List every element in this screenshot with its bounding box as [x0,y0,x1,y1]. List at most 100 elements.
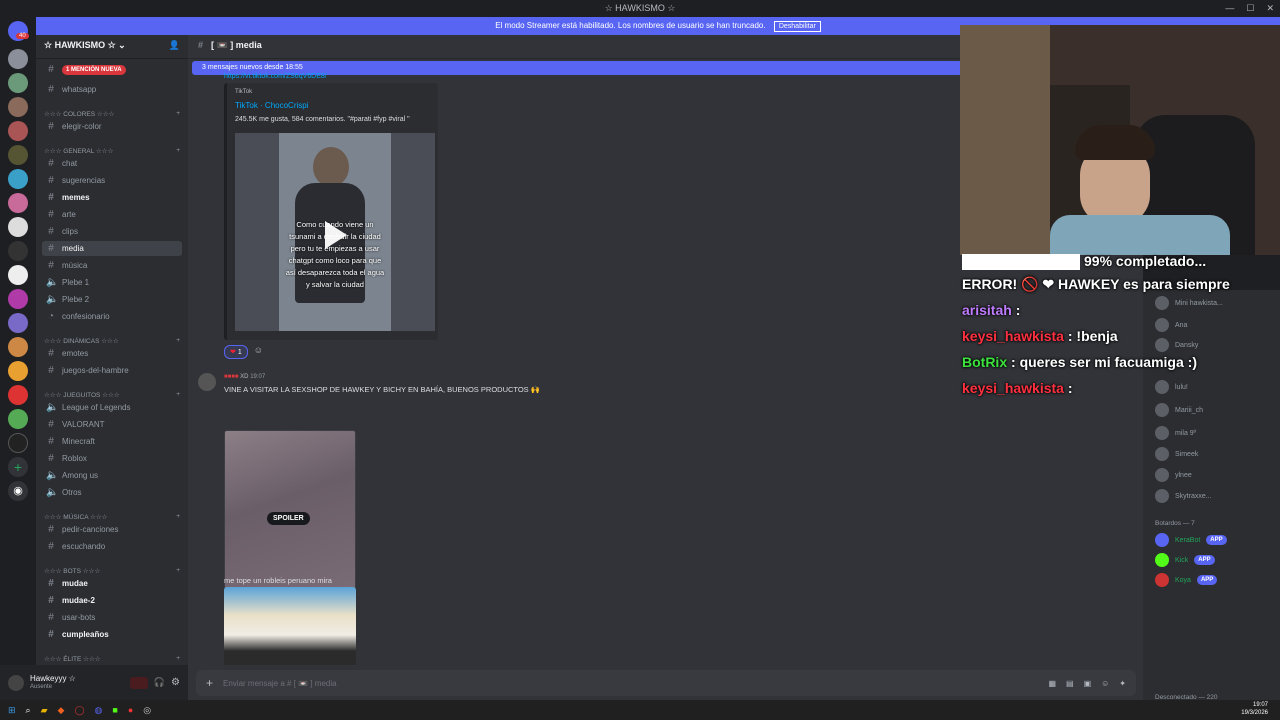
sidebar-item-emotes[interactable]: # emotes [42,346,182,361]
sidebar-item-whatsapp[interactable]: # whatsapp [42,82,182,97]
category-musica[interactable]: ☆☆☆ MÚSICA ☆☆☆ + [44,513,180,521]
sidebar-item-plebe-1[interactable]: 🔈 Plebe 1 [42,275,182,290]
opera-icon[interactable]: ◯ [74,705,84,716]
add-channel-icon[interactable]: + [176,337,180,345]
sidebar-item-pedir-canciones[interactable]: # pedir-canciones [42,522,182,537]
gift-icon[interactable]: ▦ [1048,679,1056,688]
add-attachment-icon[interactable]: + [206,676,213,690]
search-icon[interactable]: ⌕ [26,705,31,716]
disable-streamer-button[interactable]: Deshabilitar [773,21,821,32]
bot-item[interactable]: Kick APP [1155,553,1215,567]
add-member-icon[interactable]: 👤 [169,40,180,53]
avatar[interactable] [8,674,24,691]
system-clock[interactable]: 19:07 19/3/2026 [1241,701,1268,717]
add-channel-icon[interactable]: + [176,110,180,118]
category-colores[interactable]: ☆☆☆ COLORES ☆☆☆ + [44,110,180,118]
server-icon[interactable] [8,193,28,213]
tiktok-link[interactable]: https://vt.tiktok.com/ZS6qV6DE8/ [224,73,327,80]
sidebar-item-media[interactable]: # media [42,241,182,256]
obs-icon[interactable]: ◎ [143,705,151,716]
headphones-icon[interactable]: 🎧 [154,677,165,688]
sidebar-item-valorant[interactable]: # VALORANT [42,417,182,432]
maximize-button[interactable]: ☐ [1246,0,1254,17]
sidebar-item-mention[interactable]: #1 MENCIÓN NUEVA [42,62,182,77]
server-icon[interactable] [8,361,28,381]
server-header[interactable]: ☆ HAWKISMO ☆ ⌄ 👤 [36,35,188,59]
server-icon[interactable] [8,241,28,261]
server-icon[interactable] [8,433,28,453]
avatar[interactable] [198,373,216,391]
sidebar-item-chat[interactable]: # chat [42,156,182,171]
server-icon[interactable] [8,121,28,141]
heart-reaction[interactable]: ❤ 1 [224,345,248,359]
server-icon[interactable] [8,385,28,405]
sidebar-item-memes[interactable]: # memes [42,190,182,205]
video-thumbnail[interactable]: Como cuando viene un tsunami a destruir … [235,133,435,331]
sidebar-item-mudae-2[interactable]: # mudae-2 [42,593,182,608]
sidebar-item-sugerencias[interactable]: # sugerencias [42,173,182,188]
sidebar-item-cumpleanos[interactable]: # cumpleaños [42,627,182,642]
message-input[interactable]: + Enviar mensaje a # [ 📼 ] media ▦ ▤ ▣ ☺… [196,670,1136,696]
member-item[interactable]: Simeek [1155,447,1198,461]
category-elite[interactable]: ☆☆☆ ÉLITE ☆☆☆ + [44,655,180,663]
emoji-icon[interactable]: ☺ [1101,679,1109,688]
member-item[interactable]: Skytraxxe... [1155,489,1212,503]
category-dinamicas[interactable]: ☆☆☆ DINÁMICAS ☆☆☆ + [44,337,180,345]
apps-icon[interactable]: ✦ [1119,679,1126,688]
category-bots[interactable]: ☆☆☆ BOTS ☆☆☆ + [44,567,180,575]
close-button[interactable]: ✕ [1266,0,1274,17]
sidebar-item-among-us[interactable]: 🔈 Among us [42,468,182,483]
server-icon[interactable] [8,289,28,309]
sidebar-item-usar-bots[interactable]: # usar-bots [42,610,182,625]
server-icon[interactable] [8,49,28,69]
embed-title[interactable]: TikTok · ChocoCrispi [235,101,430,110]
server-icon[interactable] [8,169,28,189]
brave-icon[interactable]: ◆ [58,705,65,716]
add-channel-icon[interactable]: + [176,391,180,399]
add-reaction-icon[interactable]: ☺ [254,345,263,359]
message-author[interactable]: XD [240,374,248,380]
member-item[interactable]: ylnee [1155,468,1192,482]
discover-icon[interactable]: ◉ [8,481,28,501]
server-icon[interactable] [8,145,28,165]
server-icon[interactable] [8,73,28,93]
sidebar-item-clips[interactable]: # clips [42,224,182,239]
discord-icon[interactable]: ◍ [95,705,103,716]
add-channel-icon[interactable]: + [176,513,180,521]
minimize-button[interactable]: — [1225,0,1234,17]
category-juegos[interactable]: ☆☆☆ JUEGUITOS ☆☆☆ + [44,391,180,399]
sidebar-item-otros[interactable]: 🔈 Otros [42,485,182,500]
server-icon[interactable] [8,265,28,285]
add-server-icon[interactable]: + [8,457,28,477]
server-icon[interactable] [8,409,28,429]
sidebar-item-plebe-2[interactable]: 🔈 Plebe 2 [42,292,182,307]
folder-icon[interactable]: ▰ [41,705,48,716]
server-icon[interactable] [8,337,28,357]
sidebar-item-juegos-del-hambre[interactable]: # juegos-del-hambre [42,363,182,378]
sidebar-item-arte[interactable]: # arte [42,207,182,222]
sidebar-item-lol[interactable]: 🔈 League of Legends [42,400,182,415]
server-icon[interactable] [8,97,28,117]
attachment-image[interactable] [224,587,356,665]
member-item[interactable]: Mariii_ch [1155,403,1203,417]
add-channel-icon[interactable]: + [176,567,180,575]
category-general[interactable]: ☆☆☆ GENERAL ☆☆☆ + [44,147,180,155]
member-item[interactable]: mila 9º [1155,426,1196,440]
sidebar-item-escuchando[interactable]: # escuchando [42,539,182,554]
sidebar-item-confesionario[interactable]: ◔ confesionario [42,309,182,324]
gif-icon[interactable]: ▤ [1066,679,1074,688]
sticker-icon[interactable]: ▣ [1084,679,1092,688]
sidebar-item-musica[interactable]: # música [42,258,182,273]
add-channel-icon[interactable]: + [176,655,180,663]
gear-icon[interactable]: ⚙ [171,677,180,688]
play-icon[interactable] [325,221,347,249]
mute-button[interactable] [129,676,148,689]
sidebar-item-roblox[interactable]: # Roblox [42,451,182,466]
windows-start-icon[interactable]: ⊞ [8,705,16,716]
add-channel-icon[interactable]: + [176,147,180,155]
bot-item[interactable]: KeraBot APP [1155,533,1227,547]
media-icon[interactable]: ● [128,705,133,715]
server-icon[interactable] [8,313,28,333]
sidebar-item-elegir-color[interactable]: # elegir-color [42,119,182,134]
server-icon[interactable] [8,217,28,237]
